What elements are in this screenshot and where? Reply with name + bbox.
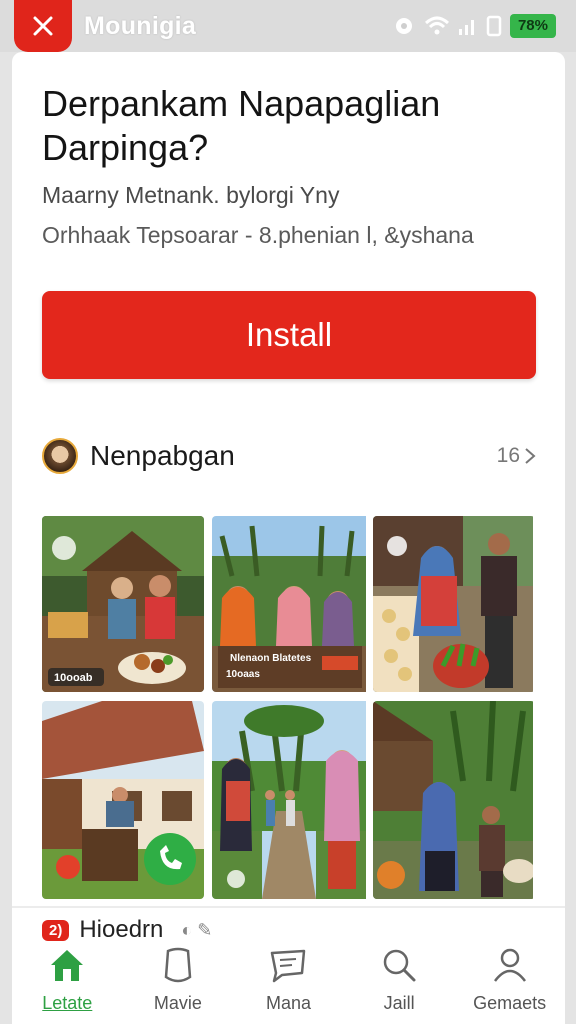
photo-vendor-couple — [373, 516, 533, 692]
bookmark-icon — [164, 947, 192, 983]
nav-item-home[interactable]: Letate — [17, 945, 117, 1014]
install-button[interactable]: Install — [42, 291, 536, 379]
divider — [12, 906, 565, 908]
nav-label: Mana — [265, 993, 311, 1013]
chat-icon — [271, 949, 306, 983]
nav-item-chat[interactable]: Mana — [238, 945, 338, 1014]
wifi-icon — [424, 16, 449, 35]
settings-icon — [395, 18, 412, 34]
app-title: Mounigia — [84, 12, 197, 40]
battery-indicator: 78% — [509, 14, 556, 38]
bottom-nav: Letate Mavie Mana Jaill Gemaets — [12, 936, 565, 1024]
photo-wooden-house — [42, 701, 204, 899]
profile-icon — [493, 948, 526, 982]
section-count-value: 16 — [496, 444, 520, 467]
home-icon — [51, 950, 84, 981]
nav-item-bookmark[interactable]: Mavie — [128, 945, 228, 1014]
photo-tile[interactable] — [373, 516, 535, 692]
tile-caption: Nlenaon Blatetes — [230, 653, 312, 664]
photo-market-stall — [42, 516, 204, 692]
tile-caption-secondary: 10oaas — [226, 669, 260, 680]
photo-village-path — [212, 701, 366, 899]
photo-women-group — [212, 516, 366, 692]
headline: Derpankam Napapaglian Darpinga? — [42, 83, 441, 168]
signal-icon — [458, 20, 474, 35]
nav-label: Gemaets — [473, 993, 547, 1013]
nav-item-profile[interactable]: Gemaets — [460, 945, 560, 1014]
nav-label: Jaill — [383, 993, 415, 1013]
close-button[interactable] — [14, 0, 72, 52]
avatar — [42, 438, 78, 474]
nav-label: Letate — [42, 993, 93, 1013]
photo-tile[interactable]: 10ooab — [42, 516, 204, 692]
nav-label: Mavie — [153, 993, 202, 1013]
status-icons: 78% — [392, 12, 556, 40]
nav-item-search[interactable]: Jaill — [349, 945, 449, 1014]
section-header[interactable]: Nenpabgan 16 — [42, 436, 536, 476]
chevron-right-icon — [525, 448, 536, 464]
close-icon — [33, 16, 53, 36]
subtitle-primary: Maarny Metnank. bylorgi Yny — [42, 182, 340, 208]
sim-icon — [486, 15, 502, 37]
photo-garden-vendors — [373, 701, 533, 899]
photo-tile[interactable]: Nlenaon Blatetes 10oaas — [212, 516, 374, 692]
subtitle-secondary: Orhhaak Tepsoarar - 8.phenian l, &yshana — [42, 222, 474, 248]
photo-tile[interactable] — [212, 701, 374, 899]
status-bar: Mounigia 78% — [0, 0, 576, 52]
photo-tile[interactable] — [42, 701, 204, 899]
search-icon — [383, 949, 416, 982]
tile-caption: 10ooab — [54, 672, 93, 684]
section-title: Nenpabgan — [90, 440, 235, 471]
photo-tile[interactable] — [373, 701, 535, 899]
section-count[interactable]: 16 — [497, 444, 536, 468]
